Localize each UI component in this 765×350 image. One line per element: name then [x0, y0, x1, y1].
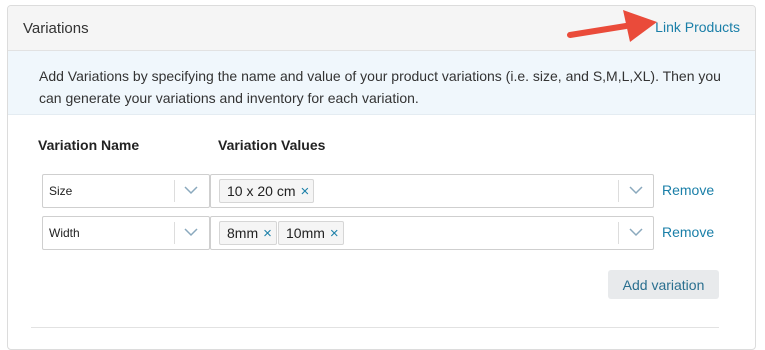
link-products-link[interactable]: Link Products	[655, 19, 740, 35]
chevron-down-icon	[184, 228, 198, 237]
section-divider	[31, 327, 719, 328]
info-text: Add Variations by specifying the name an…	[39, 68, 721, 106]
select-divider	[174, 180, 175, 202]
variation-name-select[interactable]: Size	[42, 174, 210, 208]
value-tag: 10 x 20 cm ×	[219, 179, 315, 203]
panel-header: Variations Link Products	[8, 6, 755, 51]
info-box: Add Variations by specifying the name an…	[8, 51, 755, 115]
chevron-down-icon	[184, 186, 198, 195]
remove-row-link[interactable]: Remove	[662, 224, 714, 240]
variation-values-header: Variation Values	[218, 137, 326, 153]
select-divider	[174, 222, 175, 244]
value-tag-label: 10mm	[286, 225, 325, 241]
variation-name-value: Width	[49, 226, 80, 240]
value-tag-label: 8mm	[227, 225, 259, 241]
value-tag: 10mm ×	[278, 221, 344, 245]
panel-title: Variations	[23, 20, 89, 37]
variation-name-header: Variation Name	[38, 137, 140, 153]
variation-values-input[interactable]: 8mm × 10mm ×	[210, 216, 654, 250]
value-tag-label: 10 x 20 cm	[227, 183, 296, 199]
tag-remove-icon[interactable]: ×	[300, 181, 309, 203]
variation-name-value: Size	[49, 184, 73, 198]
multi-divider	[618, 222, 619, 244]
red-arrow-icon	[567, 10, 657, 42]
remove-row-link[interactable]: Remove	[662, 182, 714, 198]
tag-remove-icon[interactable]: ×	[263, 223, 272, 245]
chevron-down-icon[interactable]	[629, 228, 643, 237]
variation-name-select[interactable]: Width	[42, 216, 210, 250]
multi-divider	[618, 180, 619, 202]
value-tag: 8mm ×	[219, 221, 277, 245]
chevron-down-icon[interactable]	[629, 186, 643, 195]
tag-remove-icon[interactable]: ×	[330, 223, 339, 245]
variation-values-input[interactable]: 10 x 20 cm ×	[210, 174, 654, 208]
add-variation-button[interactable]: Add variation	[608, 270, 719, 299]
